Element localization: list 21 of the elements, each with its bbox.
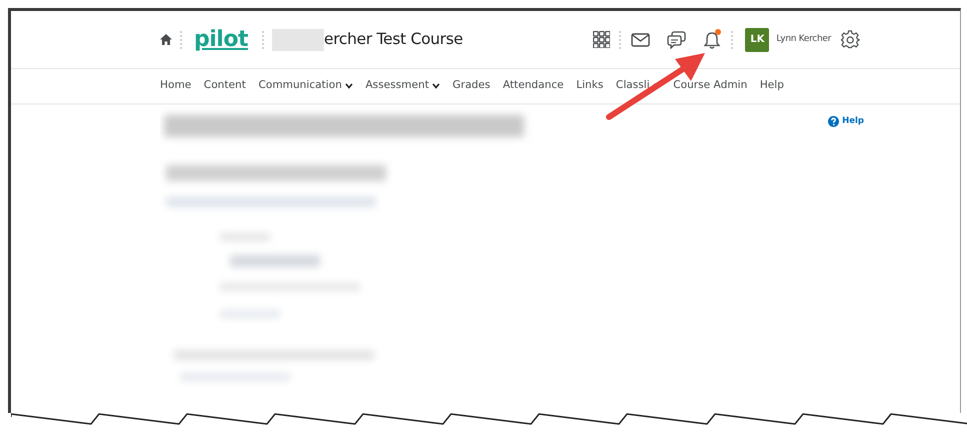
nav-link[interactable]: Links <box>576 78 604 94</box>
nav-link[interactable]: Grades <box>452 78 490 94</box>
nav-link[interactable]: Help <box>760 78 784 94</box>
nav-link[interactable]: Communication <box>258 78 353 94</box>
nav-link[interactable]: Content <box>204 78 246 94</box>
nav-link[interactable]: Attendance <box>502 78 564 94</box>
mail-icon[interactable] <box>631 32 650 46</box>
chat-icon[interactable] <box>667 30 686 48</box>
home-icon[interactable] <box>160 34 172 45</box>
help-icon <box>828 116 840 127</box>
settings-icon[interactable] <box>841 30 860 49</box>
nav-link[interactable]: Classli <box>616 78 661 94</box>
avatar[interactable]: LK <box>745 28 770 52</box>
nav-link[interactable]: Assessment <box>365 78 440 94</box>
course-title[interactable]: ercher Test Course <box>324 28 463 52</box>
grid-icon[interactable] <box>593 31 610 48</box>
help-link[interactable]: Help <box>828 115 864 128</box>
nav-link[interactable]: Home <box>160 78 192 94</box>
user-name[interactable]: Lynn Kercher <box>776 32 831 46</box>
bell-icon[interactable] <box>703 30 722 49</box>
nav-link[interactable]: Course Admin <box>673 78 748 94</box>
